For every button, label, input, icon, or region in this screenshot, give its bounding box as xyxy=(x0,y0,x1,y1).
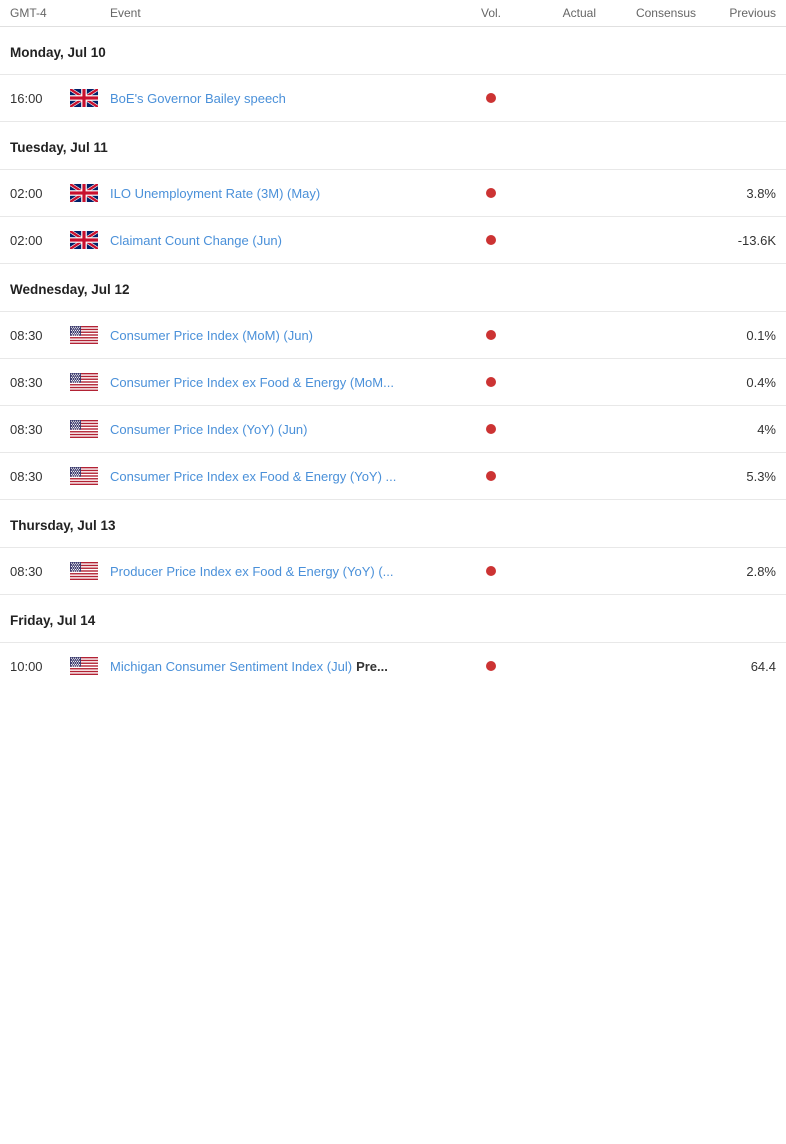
vol-indicator xyxy=(466,377,516,387)
vol-indicator xyxy=(466,330,516,340)
event-link[interactable]: Consumer Price Index ex Food & Energy (Y… xyxy=(110,469,396,484)
day-header-0: Monday, Jul 10 xyxy=(0,27,786,75)
previous-value: 5.3% xyxy=(696,469,776,484)
volatility-dot xyxy=(486,424,496,434)
event-name[interactable]: Claimant Count Change (Jun) xyxy=(110,233,466,248)
event-time: 08:30 xyxy=(10,564,70,579)
day-header-4: Friday, Jul 14 xyxy=(0,595,786,643)
calendar-header: GMT-4 Event Vol. Actual Consensus Previo… xyxy=(0,0,786,27)
vol-indicator xyxy=(466,661,516,671)
header-event: Event xyxy=(110,6,466,20)
header-actual: Actual xyxy=(516,6,596,20)
previous-value: 2.8% xyxy=(696,564,776,579)
previous-value: 3.8% xyxy=(696,186,776,201)
header-previous: Previous xyxy=(696,6,776,20)
event-name[interactable]: Producer Price Index ex Food & Energy (Y… xyxy=(110,564,466,579)
table-row: 08:30 Consumer Price In xyxy=(0,359,786,406)
event-name[interactable]: Consumer Price Index (YoY) (Jun) xyxy=(110,422,466,437)
volatility-dot xyxy=(486,661,496,671)
table-row: 08:30 Consumer Price In xyxy=(0,406,786,453)
flag-us xyxy=(70,373,110,391)
volatility-dot xyxy=(486,566,496,576)
event-name[interactable]: BoE's Governor Bailey speech xyxy=(110,91,466,106)
event-name[interactable]: Consumer Price Index ex Food & Energy (M… xyxy=(110,375,466,390)
table-row: 08:30 Producer Price In xyxy=(0,548,786,595)
vol-indicator xyxy=(466,93,516,103)
event-time: 10:00 xyxy=(10,659,70,674)
day-header-2: Wednesday, Jul 12 xyxy=(0,264,786,312)
flag-uk xyxy=(70,231,110,249)
event-link[interactable]: Consumer Price Index (YoY) (Jun) xyxy=(110,422,308,437)
calendar-body: Monday, Jul 1016:00 BoE's Governor Baile… xyxy=(0,27,786,689)
event-link[interactable]: ILO Unemployment Rate (3M) (May) xyxy=(110,186,320,201)
flag-us xyxy=(70,467,110,485)
vol-indicator xyxy=(466,566,516,576)
flag-uk xyxy=(70,89,110,107)
event-link[interactable]: Consumer Price Index (MoM) (Jun) xyxy=(110,328,313,343)
event-time: 02:00 xyxy=(10,186,70,201)
volatility-dot xyxy=(486,188,496,198)
volatility-dot xyxy=(486,377,496,387)
vol-indicator xyxy=(466,188,516,198)
header-vol: Vol. xyxy=(466,6,516,20)
previous-value: 0.1% xyxy=(696,328,776,343)
previous-value: 0.4% xyxy=(696,375,776,390)
event-time: 02:00 xyxy=(10,233,70,248)
event-link[interactable]: BoE's Governor Bailey speech xyxy=(110,91,286,106)
header-consensus: Consensus xyxy=(596,6,696,20)
previous-value: 4% xyxy=(696,422,776,437)
previous-value: -13.6K xyxy=(696,233,776,248)
vol-indicator xyxy=(466,424,516,434)
day-header-1: Tuesday, Jul 11 xyxy=(0,122,786,170)
header-timezone: GMT-4 xyxy=(10,6,70,20)
event-time: 08:30 xyxy=(10,328,70,343)
event-time: 08:30 xyxy=(10,422,70,437)
table-row: 08:30 Consumer Price In xyxy=(0,312,786,359)
event-time: 16:00 xyxy=(10,91,70,106)
vol-indicator xyxy=(466,471,516,481)
event-link[interactable]: Consumer Price Index ex Food & Energy (M… xyxy=(110,375,394,390)
flag-us xyxy=(70,326,110,344)
flag-us xyxy=(70,562,110,580)
volatility-dot xyxy=(486,471,496,481)
event-link[interactable]: Michigan Consumer Sentiment Index (Jul) xyxy=(110,659,352,674)
volatility-dot xyxy=(486,330,496,340)
event-link[interactable]: Producer Price Index ex Food & Energy (Y… xyxy=(110,564,394,579)
event-name[interactable]: Consumer Price Index (MoM) (Jun) xyxy=(110,328,466,343)
table-row: 16:00 BoE's Governor Bailey speech xyxy=(0,75,786,122)
event-time: 08:30 xyxy=(10,469,70,484)
flag-us xyxy=(70,657,110,675)
vol-indicator xyxy=(466,235,516,245)
event-name[interactable]: ILO Unemployment Rate (3M) (May) xyxy=(110,186,466,201)
event-name[interactable]: Consumer Price Index ex Food & Energy (Y… xyxy=(110,469,466,484)
table-row: 10:00 Michigan Consumer xyxy=(0,643,786,689)
flag-uk xyxy=(70,184,110,202)
event-time: 08:30 xyxy=(10,375,70,390)
table-row: 02:00 ILO Unemployment Rate (3M) (May) 3.… xyxy=(0,170,786,217)
event-bold-label: Pre... xyxy=(356,659,388,674)
volatility-dot xyxy=(486,235,496,245)
flag-us xyxy=(70,420,110,438)
event-link[interactable]: Claimant Count Change (Jun) xyxy=(110,233,282,248)
table-row: 08:30 Consumer Price In xyxy=(0,453,786,500)
day-header-3: Thursday, Jul 13 xyxy=(0,500,786,548)
event-name[interactable]: Michigan Consumer Sentiment Index (Jul) P… xyxy=(110,659,466,674)
previous-value: 64.4 xyxy=(696,659,776,674)
volatility-dot xyxy=(486,93,496,103)
table-row: 02:00 Claimant Count Change (Jun) -13.6K xyxy=(0,217,786,264)
